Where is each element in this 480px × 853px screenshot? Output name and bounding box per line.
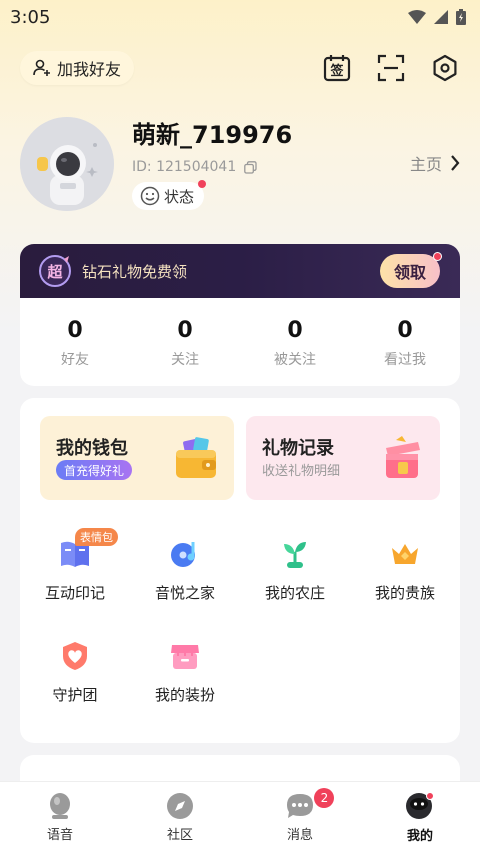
stat-label: 好友	[61, 351, 89, 368]
homepage-link[interactable]: 主页	[410, 151, 460, 175]
wallet-title: 我的钱包	[56, 438, 128, 459]
shop-icon	[171, 645, 199, 669]
nav-label: 社区	[166, 828, 193, 843]
signal-icon	[434, 10, 448, 24]
claim-notification-dot	[433, 252, 442, 261]
stat-followers[interactable]: 0 被关注	[240, 302, 350, 384]
nav-voice[interactable]: 语音	[0, 782, 120, 853]
grid-label: 音悦之家	[154, 584, 215, 602]
wallet-icon	[176, 437, 216, 478]
grid-label: 我的贵族	[374, 584, 435, 602]
chevron-right-icon	[451, 155, 460, 171]
wifi-icon	[408, 10, 426, 24]
stat-label: 看过我	[384, 351, 426, 368]
sign-in-calendar-icon[interactable]: 签	[322, 53, 352, 83]
emoji-pack-tag: 表情包	[75, 528, 118, 546]
nav-label: 语音	[46, 828, 73, 843]
grid-label: 我的装扮	[154, 686, 215, 704]
stat-value: 0	[177, 317, 193, 343]
status-notification-dot	[198, 180, 207, 188]
wallet-card[interactable]: 我的钱包 首充得好礼	[40, 416, 234, 500]
gift-record-title: 礼物记录	[262, 438, 334, 459]
nav-messages[interactable]: 消息 2	[240, 782, 360, 853]
claim-label: 领取	[393, 263, 426, 282]
copy-icon[interactable]	[244, 160, 257, 174]
stat-value: 0	[287, 317, 303, 343]
grid-item-interaction-marks[interactable]: 表情包 互动印记	[20, 518, 130, 608]
avatar[interactable]	[20, 117, 114, 211]
grid-label: 互动印记	[44, 584, 105, 602]
status-button[interactable]: 状态	[132, 180, 207, 210]
compass-icon	[167, 793, 193, 819]
vip-banner[interactable]: 超 钻石礼物免费领 领取	[20, 244, 460, 298]
svg-text:签: 签	[329, 63, 344, 79]
homepage-label: 主页	[409, 155, 442, 174]
status-label: 状态	[164, 187, 195, 206]
grid-label: 守护团	[52, 686, 98, 704]
user-id: ID: 121504041	[132, 159, 257, 175]
nav-mine[interactable]: 我的	[360, 782, 480, 853]
gift-record-subtitle: 收送礼物明细	[262, 464, 341, 479]
wallet-promo-pill: 首充得好礼	[56, 460, 133, 480]
nav-label: 消息	[286, 828, 313, 843]
profile-section: 萌新_719976 ID: 121504041 状态 主页	[20, 115, 460, 215]
nav-community[interactable]: 社区	[120, 782, 240, 853]
smiley-icon	[140, 186, 160, 206]
crown-icon	[392, 544, 418, 564]
user-id-text: ID: 121504041	[132, 159, 237, 175]
profile-icon	[406, 792, 434, 819]
gift-box-icon	[386, 436, 420, 478]
menu-card: 我的钱包 首充得好礼 礼物记录 收送礼物明细 表情包 互动印记 音悦之家 我的农…	[20, 398, 460, 743]
top-bar: 加我好友 签	[20, 50, 460, 86]
heart-shield-icon	[63, 642, 87, 670]
svg-text:超: 超	[46, 263, 63, 281]
vip-text: 钻石礼物免费领	[82, 262, 188, 281]
stat-label: 关注	[171, 351, 199, 368]
mic-icon	[50, 793, 70, 819]
super-badge-icon: 超	[39, 255, 71, 287]
grid-item-my-nobility[interactable]: 我的贵族	[350, 518, 460, 608]
grid-label: 我的农庄	[264, 584, 325, 602]
sprout-icon	[284, 542, 306, 568]
grid-item-my-dressup[interactable]: 我的装扮	[130, 620, 240, 710]
add-friend-label: 加我好友	[57, 60, 122, 79]
stat-friends[interactable]: 0 好友	[20, 302, 130, 384]
gift-record-card[interactable]: 礼物记录 收送礼物明细	[246, 416, 440, 500]
battery-icon	[456, 9, 466, 25]
stat-label: 被关注	[274, 351, 316, 368]
stat-following[interactable]: 0 关注	[130, 302, 240, 384]
unread-badge: 2	[314, 788, 335, 808]
add-friend-button[interactable]: 加我好友	[20, 51, 135, 85]
stat-visitors[interactable]: 0 看过我	[350, 302, 460, 384]
grid-item-music-home[interactable]: 音悦之家	[130, 518, 240, 608]
music-disc-icon	[171, 542, 195, 567]
username: 萌新_719976	[132, 121, 293, 149]
add-user-icon	[33, 59, 50, 76]
stats-row: 0 好友 0 关注 0 被关注 0 看过我	[20, 302, 460, 384]
claim-button[interactable]: 领取	[380, 252, 442, 288]
bottom-nav: 语音 社区 消息 2 我的	[0, 781, 480, 853]
grid-item-guardian-group[interactable]: 守护团	[20, 620, 130, 710]
stat-value: 0	[67, 317, 83, 343]
message-icon	[287, 794, 313, 818]
status-time: 3:05	[10, 6, 51, 28]
settings-icon[interactable]	[430, 53, 460, 83]
nav-label: 我的	[406, 829, 433, 844]
status-bar: 3:05	[0, 0, 480, 34]
stat-value: 0	[397, 317, 413, 343]
stats-card: 超 钻石礼物免费领 领取 0 好友 0 关注 0 被关注 0 看过我	[20, 244, 460, 386]
scan-icon[interactable]	[376, 53, 406, 83]
astronaut-avatar-icon	[20, 117, 114, 211]
grid-item-my-farm[interactable]: 我的农庄	[240, 518, 350, 608]
